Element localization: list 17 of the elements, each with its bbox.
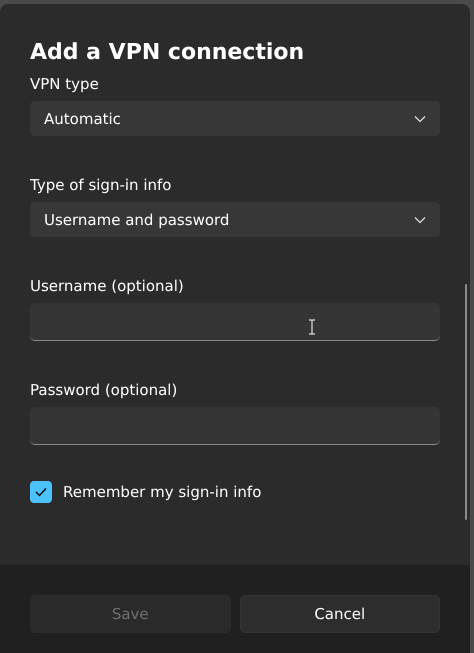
dropdown[interactable]: Username and password	[30, 202, 440, 237]
chevron-down-icon	[414, 216, 426, 224]
field-label: VPN type	[30, 75, 100, 93]
text-field[interactable]	[30, 303, 440, 341]
field-label: Password (optional)	[30, 381, 178, 399]
text-cursor-icon	[308, 319, 316, 335]
field-label: Username (optional)	[30, 277, 185, 295]
cancel-button[interactable]: Cancel	[240, 595, 440, 633]
scrollbar[interactable]	[465, 284, 467, 520]
chevron-down-icon	[414, 114, 426, 122]
dialog-title: Add a VPN connection	[30, 40, 306, 65]
dropdown[interactable]: Automatic	[30, 101, 440, 136]
checkbox[interactable]	[30, 481, 52, 503]
checkbox-label: Remember my sign-in info	[63, 483, 262, 501]
field-label: Type of sign-in info	[30, 176, 172, 194]
check-icon	[35, 487, 47, 497]
text-field[interactable]	[30, 407, 440, 445]
